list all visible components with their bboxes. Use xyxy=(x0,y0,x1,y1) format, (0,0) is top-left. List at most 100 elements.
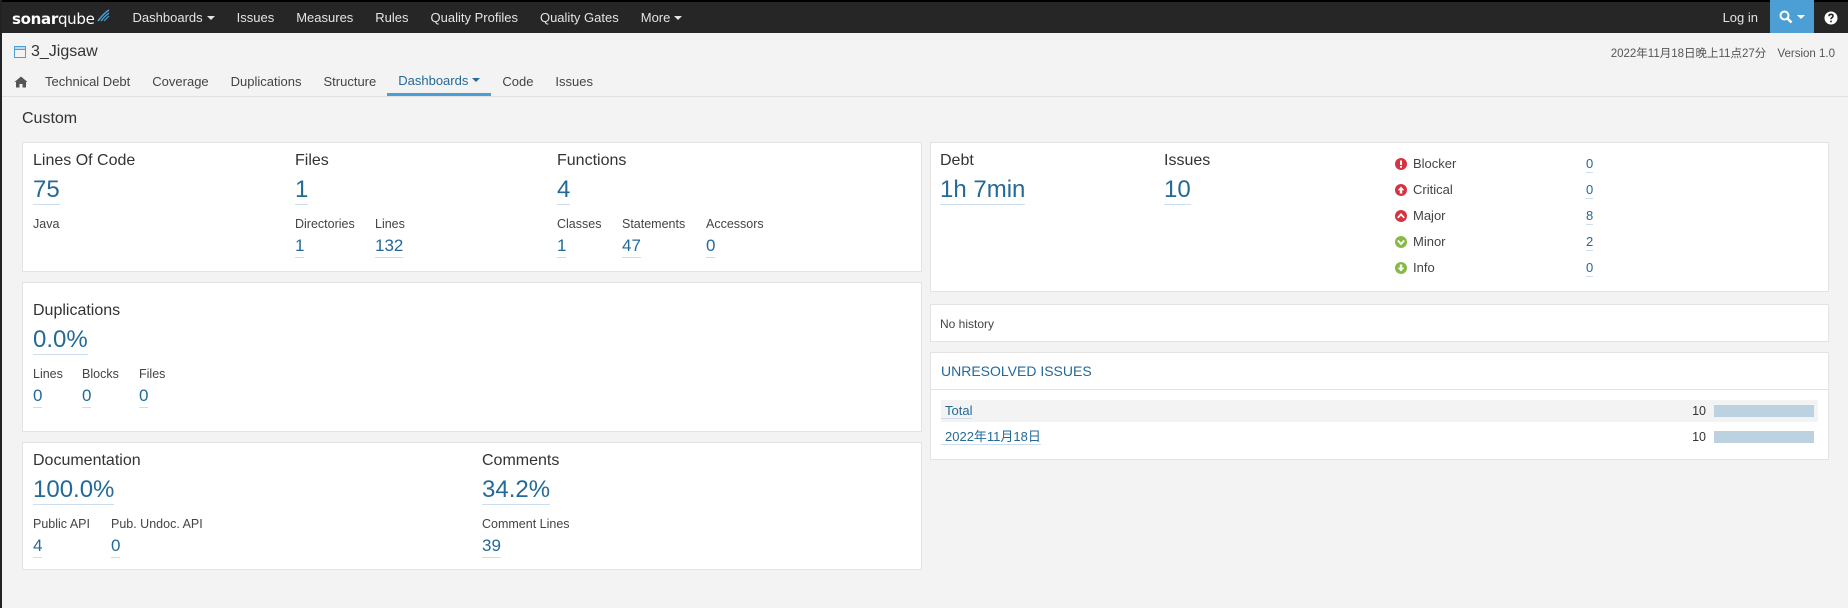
nav-dashboards[interactable]: Dashboards xyxy=(122,2,226,33)
sonarqube-logo[interactable]: sonarqube xyxy=(12,8,110,28)
project-version: Version 1.0 xyxy=(1777,48,1835,60)
directories-label: Directories xyxy=(295,217,355,231)
help-button[interactable] xyxy=(1814,2,1848,33)
project-icon xyxy=(14,46,26,58)
nav-quality-gates[interactable]: Quality Gates xyxy=(529,2,630,33)
unresolved-issues-title: UNRESOLVED ISSUES xyxy=(931,353,1828,390)
documentation-widget: Documentation 100.0% Public API 4 Pub. U… xyxy=(22,442,922,570)
severity-minor: Minor xyxy=(1395,234,1446,249)
project-meta: 2022年11月18日晚上11点27分 Version 1.0 xyxy=(1611,45,1835,61)
files-label: Files xyxy=(295,152,329,169)
duplications-widget: Duplications 0.0% Lines 0 Blocks 0 Files… xyxy=(22,282,922,432)
severity-blocker: Blocker xyxy=(1395,156,1456,171)
functions-label: Functions xyxy=(557,152,627,169)
lines-value[interactable]: 132 xyxy=(375,235,404,258)
lines-label: Lines xyxy=(375,217,405,231)
page-title: Custom xyxy=(22,110,78,127)
search-button[interactable] xyxy=(1770,0,1814,33)
dup-lines-label: Lines xyxy=(33,367,63,381)
tab-duplications[interactable]: Duplications xyxy=(220,67,313,96)
dup-blocks-value[interactable]: 0 xyxy=(82,385,92,408)
major-count[interactable]: 8 xyxy=(1586,208,1594,225)
debt-value[interactable]: 1h 7min xyxy=(940,176,1026,205)
date-link[interactable]: 2022年11月18日 xyxy=(941,429,1041,445)
project-title[interactable]: 3_Jigsaw xyxy=(14,43,98,61)
major-icon xyxy=(1395,209,1407,222)
statements-value[interactable]: 47 xyxy=(622,235,641,258)
tab-issues[interactable]: Issues xyxy=(544,67,604,96)
comments-value[interactable]: 34.2% xyxy=(482,476,551,505)
loc-value[interactable]: 75 xyxy=(33,176,60,205)
public-api-value[interactable]: 4 xyxy=(33,535,43,558)
unresolved-issues-widget: UNRESOLVED ISSUES Total 10 2022年11月18日 1… xyxy=(930,352,1829,460)
issues-debt-widget: Debt 1h 7min Issues 10 Blocker 0 Critica… xyxy=(930,142,1829,292)
undoc-api-value[interactable]: 0 xyxy=(111,535,121,558)
functions-value[interactable]: 4 xyxy=(557,176,571,205)
tab-dashboards[interactable]: Dashboards xyxy=(387,67,492,96)
debt-label: Debt xyxy=(940,152,974,169)
table-row: Total 10 xyxy=(941,400,1818,422)
caret-down-icon xyxy=(1797,14,1805,19)
nav-quality-profiles[interactable]: Quality Profiles xyxy=(420,2,529,33)
critical-count[interactable]: 0 xyxy=(1586,182,1594,199)
blocker-icon xyxy=(1395,157,1407,170)
analysis-date: 2022年11月18日晚上11点27分 xyxy=(1610,48,1767,60)
language-label: Java xyxy=(33,217,60,231)
critical-icon xyxy=(1395,183,1407,196)
minor-icon xyxy=(1395,235,1407,248)
files-value[interactable]: 1 xyxy=(295,176,309,205)
accessors-label: Accessors xyxy=(706,217,764,231)
severity-info: Info xyxy=(1395,260,1435,275)
table-row: 2022年11月18日 10 xyxy=(941,426,1818,448)
nav-more[interactable]: More xyxy=(630,2,694,33)
public-api-label: Public API xyxy=(33,517,90,531)
dup-files-label: Files xyxy=(139,367,166,381)
classes-value[interactable]: 1 xyxy=(557,235,567,258)
comment-lines-value[interactable]: 39 xyxy=(482,535,501,558)
search-icon xyxy=(1779,10,1793,23)
project-header: 3_Jigsaw 2022年11月18日晚上11点27分 Version 1.0… xyxy=(2,33,1848,97)
help-icon xyxy=(1824,11,1838,24)
logo-wave-icon xyxy=(96,8,109,21)
home-tab[interactable] xyxy=(12,67,34,96)
documentation-value[interactable]: 100.0% xyxy=(33,476,115,505)
tab-structure[interactable]: Structure xyxy=(312,67,387,96)
history-widget: No history xyxy=(930,304,1829,342)
duplications-value[interactable]: 0.0% xyxy=(33,326,88,355)
info-icon xyxy=(1395,261,1407,274)
loc-label: Lines Of Code xyxy=(33,152,136,169)
home-icon xyxy=(14,76,28,87)
comments-label: Comments xyxy=(482,452,560,469)
date-count: 10 xyxy=(1692,430,1706,444)
dup-files-value[interactable]: 0 xyxy=(139,385,149,408)
total-link[interactable]: Total xyxy=(941,403,973,419)
nav-issues[interactable]: Issues xyxy=(226,2,286,33)
login-link[interactable]: Log in xyxy=(1711,10,1770,25)
tab-coverage[interactable]: Coverage xyxy=(141,67,219,96)
info-count[interactable]: 0 xyxy=(1586,260,1594,277)
severity-major: Major xyxy=(1395,208,1446,223)
comment-lines-label: Comment Lines xyxy=(482,517,570,531)
dup-lines-value[interactable]: 0 xyxy=(33,385,43,408)
dup-blocks-label: Blocks xyxy=(82,367,119,381)
accessors-value[interactable]: 0 xyxy=(706,235,716,258)
tab-technical-debt[interactable]: Technical Debt xyxy=(34,67,141,96)
nav-rules[interactable]: Rules xyxy=(364,2,419,33)
caret-down-icon xyxy=(472,78,481,82)
classes-label: Classes xyxy=(557,217,602,231)
minor-count[interactable]: 2 xyxy=(1586,234,1594,251)
total-bar xyxy=(1714,405,1814,417)
nav-measures[interactable]: Measures xyxy=(285,2,364,33)
project-subnav: Technical Debt Coverage Duplications Str… xyxy=(12,67,604,96)
no-history-text: No history xyxy=(940,317,995,331)
blocker-count[interactable]: 0 xyxy=(1586,156,1594,173)
caret-down-icon xyxy=(206,15,215,20)
directories-value[interactable]: 1 xyxy=(295,235,305,258)
issues-label: Issues xyxy=(1164,152,1211,169)
issues-value[interactable]: 10 xyxy=(1164,176,1191,205)
duplications-label: Duplications xyxy=(33,302,121,319)
tab-code[interactable]: Code xyxy=(491,67,544,96)
top-navbar: sonarqube Dashboards Issues Measures Rul… xyxy=(2,0,1848,33)
statements-label: Statements xyxy=(622,217,686,231)
documentation-label: Documentation xyxy=(33,452,141,469)
